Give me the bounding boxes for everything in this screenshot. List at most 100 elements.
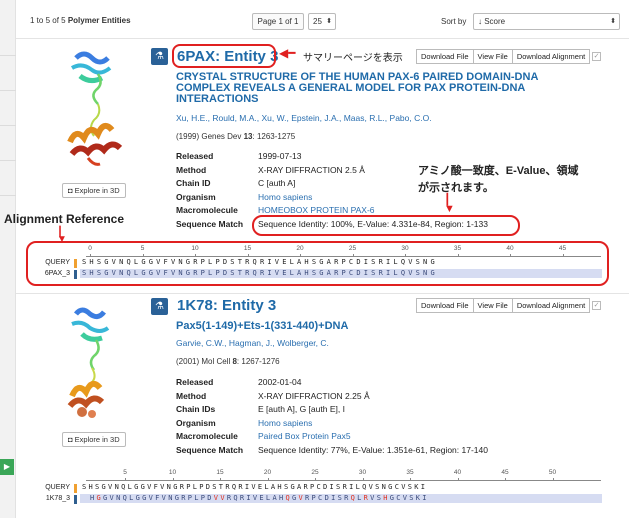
download-alignment-button[interactable]: Download Alignment [512,298,591,313]
download-file-button[interactable]: Download File [416,49,474,64]
ruler-tick [457,254,459,257]
divider [16,38,629,39]
divider [16,293,629,294]
flask-icon: ⚗ [151,48,168,65]
organism-link[interactable]: Homo sapiens [258,192,312,202]
ruler-tick-label: 50 [548,469,557,476]
ruler-tick-label: 15 [216,469,224,476]
cube-icon: ◘ [68,186,75,195]
view-file-button[interactable]: View File [473,49,513,64]
ruler-tick-label: 35 [453,245,462,252]
ruler-tick [220,478,221,481]
explore-in-3d-button[interactable]: ◘ Explore in 3D [62,432,126,447]
select-arrows-icon: ⬍ [610,18,616,25]
ruler-tick [362,478,364,481]
ruler-tick [300,254,301,257]
query-label: QUERY [45,484,70,491]
ruler-tick [562,254,564,257]
ruler-tick-label: 30 [358,469,367,476]
ruler-tick [505,478,506,481]
identity-annotation-line2: が示されます。 [418,182,494,194]
entry-actions: Download File View File Download Alignme… [416,49,591,64]
ruler-tick [315,478,316,481]
ruler-tick-label: 5 [140,245,145,252]
summary-annotation: サマリーページを表示 [303,53,403,64]
macromolecule-link[interactable]: HOMEOBOX PROTEIN PAX-6 [258,205,375,215]
target-marker [74,270,77,279]
per-page-select[interactable]: 25 ⬍ [308,13,336,30]
ruler-tick [125,478,126,481]
ruler-tick [405,254,406,257]
ruler-tick-label: 40 [506,245,514,252]
structure-thumbnail[interactable] [58,46,128,171]
target-sequence: HGGVNQLGGVFVNGRPLPDVVRQRIVELAHQGVRPCDISR… [90,494,429,502]
query-marker [74,259,77,268]
identity-annotation-line1: アミノ酸一致度、E-Value、領域 [418,165,579,177]
target-sequence: SHSGVNQLGGVFVNGRPLPDSTRQRIVELAHSGARPCDIS… [82,269,438,277]
ruler-tick-label: 25 [348,245,357,252]
page-select[interactable]: Page 1 of 1 [252,13,304,30]
publication-title-link[interactable]: CRYSTAL STRUCTURE OF THE HUMAN PAX-6 PAI… [176,72,576,105]
ruler-tick-label: 20 [263,469,272,476]
download-file-button[interactable]: Download File [416,298,474,313]
ruler-tick-label: 10 [168,469,177,476]
sort-label: Sort by [441,17,467,26]
ruler-tick-label: 25 [311,469,319,476]
results-toolbar: 1 to 5 of 5 Polymer Entities Page 1 of 1… [22,10,622,34]
ruler-tick-label: 15 [243,245,252,252]
ruler-tick-label: 10 [191,245,199,252]
ruler-tick [410,478,411,481]
ruler-tick [510,254,511,257]
expand-icon[interactable]: ▶ [0,459,14,475]
arrow-down-icon: ┃ ▼ [444,194,455,215]
query-label: QUERY [45,259,70,266]
ruler-tick [457,478,459,481]
arrow-left-icon: ◀━ [279,46,296,60]
alignment-reference-label: Alignment Reference [4,212,125,226]
select-checkbox[interactable]: ✓ [592,301,601,310]
query-sequence: SHSGVNQLGGVFVNGRPLPDSTRQRIVELAHSGARPCDIS… [82,483,428,491]
ruler-tick [90,254,91,257]
entry-title-link[interactable]: 1K78: Entity 3 [177,297,276,314]
publication-title-link[interactable]: Pax5(1-149)+Ets-1(331-440)+DNA [176,321,576,332]
ruler-tick-label: 30 [401,245,409,252]
target-label: 6PAX_3 [44,270,70,277]
sort-select[interactable]: ↓ Score ⬍ [473,13,620,30]
ruler-tick [247,254,249,257]
target-label: 1K78_3 [45,495,70,502]
ruler-tick [267,478,269,481]
download-alignment-button[interactable]: Download Alignment [512,49,591,64]
flask-icon: ⚗ [151,298,168,315]
ruler-tick [142,254,144,257]
alignment-ruler [86,469,601,481]
citation: (1999) Genes Dev 13: 1263-1275 [176,132,296,141]
structure-thumbnail[interactable] [56,300,126,425]
select-arrows-icon: ⬍ [326,18,332,25]
ruler-tick [195,254,196,257]
sequence-match-highlight-box [252,215,520,236]
ruler-tick [352,254,354,257]
authors[interactable]: Xu, H.E., Rould, M.A., Xu, W., Epstein, … [176,113,432,123]
organism-link[interactable]: Homo sapiens [258,418,312,428]
alignment-ruler [86,245,601,257]
ruler-tick-label: 0 [88,245,92,252]
ruler-tick-label: 5 [123,469,127,476]
ruler-tick [172,478,174,481]
ruler-tick-label: 45 [558,245,567,252]
ruler-tick-label: 40 [453,469,462,476]
title-highlight-box [172,44,276,68]
ruler-tick-label: 35 [406,469,414,476]
macromolecule-link[interactable]: Paired Box Protein Pax5 [258,431,351,441]
entry-actions: Download File View File Download Alignme… [416,298,591,313]
citation: (2001) Mol Cell 8: 1267-1276 [176,357,280,366]
view-file-button[interactable]: View File [473,298,513,313]
ruler-tick-label: 20 [296,245,304,252]
left-gutter: ▶ [0,0,16,518]
cube-icon: ◘ [68,435,75,444]
select-checkbox[interactable]: ✓ [592,52,601,61]
query-marker [74,484,77,493]
query-sequence: SHSGVNQLGGVFVNGRPLPDSTRQRIVELAHSGARPCDIS… [82,258,438,266]
ruler-tick [552,478,554,481]
authors[interactable]: Garvie, C.W., Hagman, J., Wolberger, C. [176,338,329,348]
explore-in-3d-button[interactable]: ◘ Explore in 3D [62,183,126,198]
